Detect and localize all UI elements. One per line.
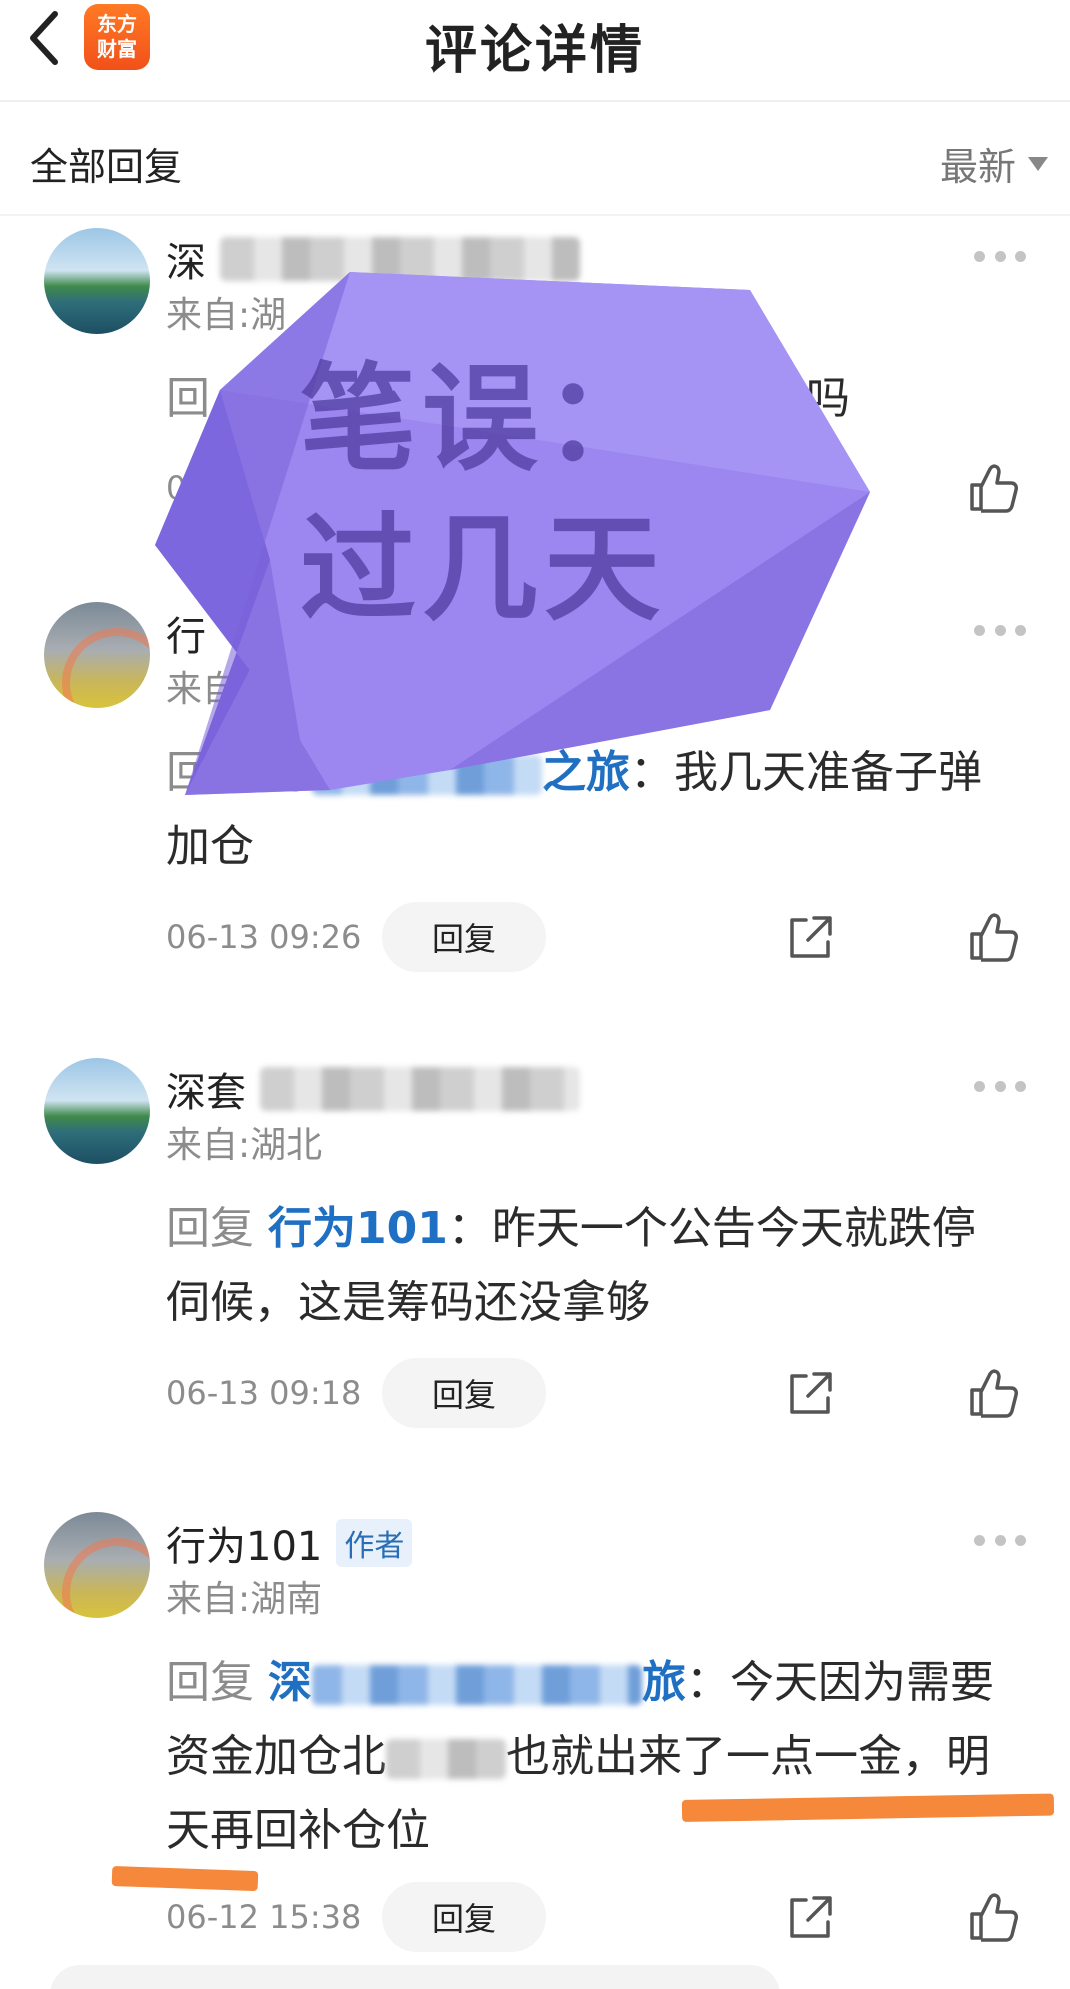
author-name: 行 [166,614,206,660]
comment-author[interactable]: 深 [166,230,580,288]
reply-word: 回复 [166,747,254,798]
author-name: 深套 [166,1070,246,1116]
reply-button[interactable]: 回复 [382,902,546,972]
timestamp: 06-13 09:26 [166,918,362,956]
author-name: 深 [166,240,206,286]
share-icon[interactable] [784,1892,836,1944]
avatar[interactable] [44,602,150,708]
share-icon[interactable] [784,1368,836,1420]
more-dots-icon[interactable] [974,248,1026,264]
comment-footer: 06-12 15:38 回复 [166,1882,1036,1952]
comment-footer: 06-13 09:18 回复 [166,1358,1036,1428]
thumbs-up-icon[interactable] [966,1366,1020,1420]
timestamp: 0 [166,469,187,507]
comment-text: 拿货吗 [718,373,850,424]
reply-filter-bar: 全部回复 最新 [0,104,1070,216]
thumbs-up-icon[interactable] [966,1890,1020,1944]
location-text: 来自:湖北 [166,1125,323,1166]
avatar[interactable] [44,1058,150,1164]
more-dots-icon[interactable] [974,1078,1026,1094]
comment-author[interactable]: 深套 [166,1060,580,1118]
location-text: 来自:湖南 [166,1579,323,1620]
more-dots-icon[interactable] [974,1532,1026,1548]
author-name: 行为101 [166,1524,323,1570]
more-dots-icon[interactable] [974,622,1026,638]
avatar[interactable] [44,228,150,334]
comment-footer: 06-13 09:26 回复 [166,902,1036,972]
redacted-mention [312,1665,642,1705]
comment-input-bar[interactable] [50,1965,780,1989]
top-bar: 东方 财富 评论详情 [0,0,1070,102]
timestamp: 06-13 09:18 [166,1374,362,1412]
sort-caret-icon [1028,156,1048,171]
mention-suffix: 旅 [642,1657,686,1708]
sticker-line-2: 过几天 [300,502,666,637]
author-badge: 作者 [336,1519,413,1567]
reply-button[interactable]: 回复 [382,1882,546,1952]
comment-body: 回复 深旅：今天因为需要资金加仓北 也就出来了一点一金，明天再回补仓位 [166,1646,1006,1868]
mention-prefix: 深 [268,1657,312,1708]
mention-link[interactable]: 行为101 [268,1203,448,1254]
redacted-mention [312,755,542,795]
sort-label: 最新 [939,145,1016,189]
reply-word: 回 [166,373,210,424]
reply-word: 回复 [166,1203,254,1254]
share-icon[interactable] [784,912,836,964]
avatar[interactable] [44,1512,150,1618]
timestamp: 06-12 15:38 [166,1898,362,1936]
comment-body: 回复 深之旅：我几天准备子弹加仓 [166,736,1006,884]
redacted-name [220,237,580,281]
comment-item: 行 来自 回复 深之旅：我几天准备子弹加仓 06-13 09:26 回复 [0,602,1070,982]
page-title: 评论详情 [424,21,645,81]
mention-link[interactable]: 深旅 [268,1657,686,1708]
redacted-text [386,1739,506,1779]
comment-body: 回复 行为101：昨天一个公告今天就跌停伺候，这是筹码还没拿够 [166,1192,1006,1340]
location-text: 来自 [166,669,239,710]
redacted-name [260,1067,580,1111]
thumbs-up-icon[interactable] [966,910,1020,964]
thumbs-up-icon[interactable] [966,461,1020,515]
sticker-line-1: 笔误： [300,352,666,487]
mention-suffix: 之旅 [542,747,630,798]
comment-author[interactable]: 行 [166,604,206,662]
all-replies-label: 全部回复 [30,145,183,189]
comment-author[interactable]: 行为101 作者 [166,1514,413,1572]
reply-button[interactable]: 回复 [382,1358,546,1428]
mention-prefix: 深 [268,747,312,798]
mention-link[interactable]: 深 之旅 [268,747,630,798]
comment-item: 深套 来自:湖北 回复 行为101：昨天一个公告今天就跌停伺候，这是筹码还没拿够… [0,1058,1070,1438]
location-text: 来自:湖 [166,295,287,336]
sort-dropdown[interactable]: 最新 [940,136,1048,191]
sticker-text: 笔误： 过几天 [300,345,666,645]
reply-word: 回复 [166,1657,254,1708]
